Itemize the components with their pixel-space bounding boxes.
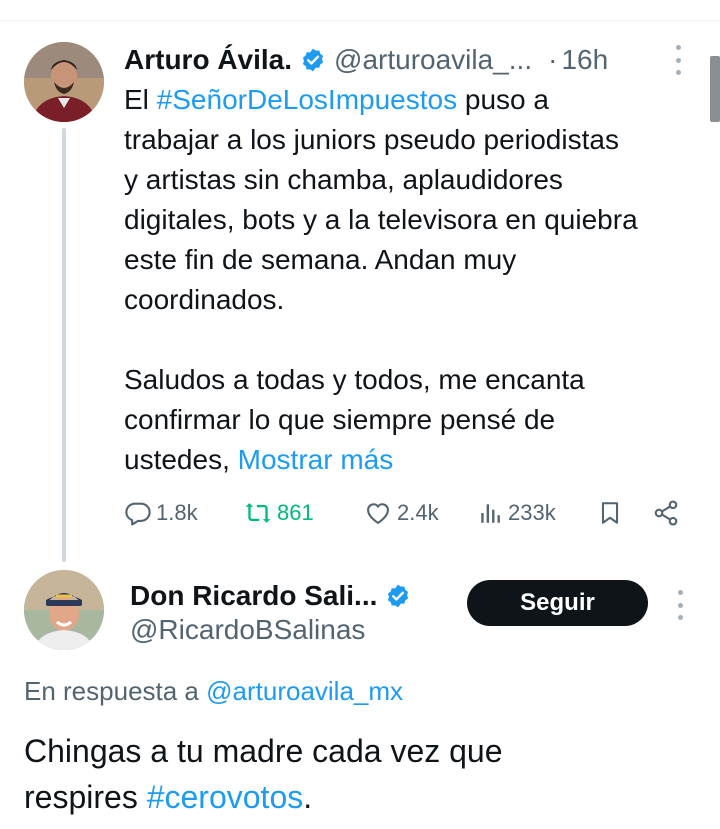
bookmark-icon [597,498,623,528]
share-icon [652,499,680,527]
author-handle[interactable]: @arturoavila_... [334,44,532,76]
views-icon [478,499,504,527]
reply-icon [124,499,152,527]
tweet-line: este fin de semana. Andan muy [124,244,517,275]
tweet-header: Arturo Ávila. @arturoavila_... · 16h [124,40,608,80]
tweet-line: confirmar lo que siempre pensé de [124,404,556,435]
like-count: 2.4k [397,500,439,525]
replier-avatar[interactable] [24,570,104,650]
more-icon[interactable] [676,590,684,620]
hashtag-link[interactable]: #cerovotos [147,779,304,815]
more-icon[interactable] [674,45,682,75]
author-name[interactable]: Arturo Ávila. [124,44,292,76]
tweet-line: coordinados. [124,284,285,315]
views-button[interactable]: 233k [478,496,556,530]
tweet-line: ustedes, Mostrar más [124,444,394,475]
tweet-line: y artistas sin chamba, aplaudidores [124,164,563,195]
replier-handle[interactable]: @RicardoBSalinas [130,612,365,648]
verified-badge-icon [385,583,411,609]
reply-tweet-text: Chingas a tu madre cada vez que respires… [24,728,704,820]
views-count: 233k [508,500,556,525]
retweet-button[interactable]: 861 [243,496,314,530]
reply-to-handle-link[interactable]: @arturoavila_mx [206,676,403,706]
author-avatar[interactable] [24,42,104,122]
top-divider [0,20,720,21]
separator-dot: · [548,44,558,75]
reply-button[interactable]: 1.8k [124,496,198,530]
share-button[interactable] [652,496,680,530]
retweet-icon [243,499,273,527]
reply-line: Chingas a tu madre cada vez que [24,733,503,769]
tweet-time[interactable]: 16h [561,44,608,76]
retweet-count: 861 [277,500,314,525]
scrollbar-thumb[interactable] [710,56,720,122]
verified-badge-icon [300,47,326,73]
tweet-text: El #SeñorDeLosImpuestos puso a trabajar … [124,80,709,480]
reply-count: 1.8k [156,500,198,525]
replier-name-row: Don Ricardo Sali... [130,578,419,614]
tweet-line: digitales, bots y a la televisora en qui… [124,204,638,235]
like-icon [363,499,393,527]
reply-line: respires #cerovotos. [24,779,313,815]
action-bar: 1.8k 861 2.4k 233k [0,496,720,530]
like-button[interactable]: 2.4k [363,496,439,530]
tweet-line: trabajar a los juniors pseudo periodista… [124,124,619,155]
show-more-link[interactable]: Mostrar más [238,444,394,475]
tweet-line: El #SeñorDeLosImpuestos puso a [124,84,549,115]
tweet-line: Saludos a todas y todos, me encanta [124,364,585,395]
bookmark-button[interactable] [597,496,623,530]
reply-context: En respuesta a @arturoavila_mx [24,676,404,706]
hashtag-link[interactable]: #SeñorDeLosImpuestos [157,84,457,115]
follow-button[interactable]: Seguir [467,580,648,626]
replier-name[interactable]: Don Ricardo Sali... [130,580,377,612]
